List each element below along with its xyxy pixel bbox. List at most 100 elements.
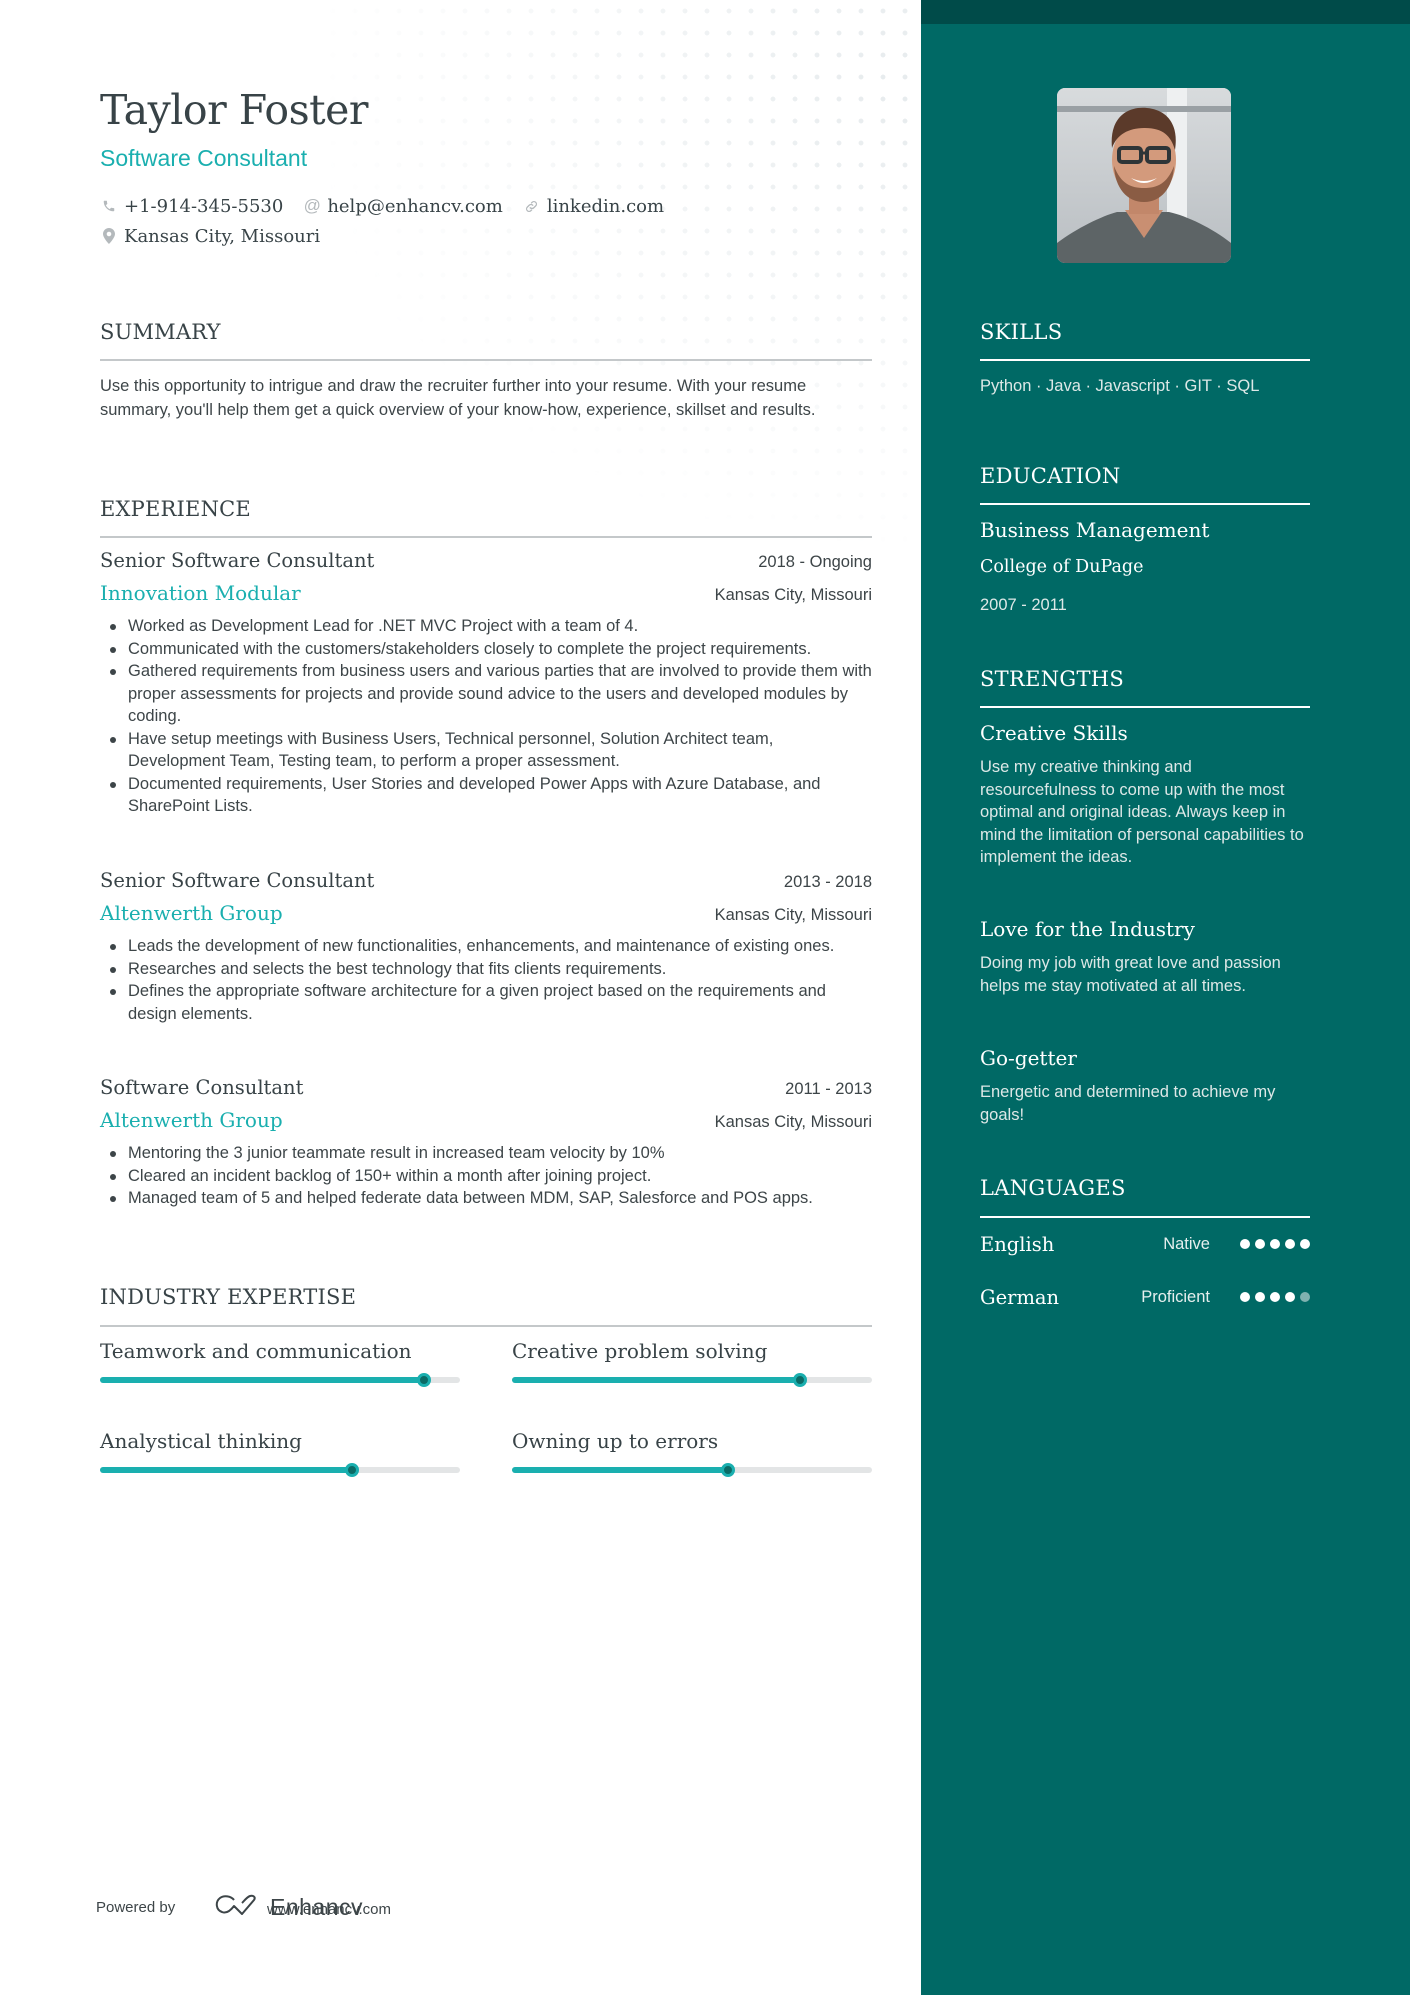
phone-number[interactable]: +1-914-345-5530 <box>124 196 283 217</box>
strengths-heading: STRENGTHS <box>980 667 1125 691</box>
strength-title: Go-getter <box>980 1046 1077 1070</box>
job-role: Senior Software Consultant <box>100 549 375 572</box>
contact-location: Kansas City, Missouri <box>100 226 320 247</box>
job-entry: Senior Software Consultant 2013 - 2018 A… <box>100 869 872 1025</box>
language-level: Proficient <box>1141 1287 1210 1306</box>
expertise-item: Analystical thinking <box>100 1429 460 1477</box>
powered-by-label: Powered by <box>96 1899 176 1916</box>
job-entry: Senior Software Consultant 2018 - Ongoin… <box>100 549 872 818</box>
job-bullets: Worked as Development Lead for .NET MVC … <box>100 615 872 818</box>
education-dates: 2007 - 2011 <box>980 596 1067 614</box>
summary-text: Use this opportunity to intrigue and dra… <box>100 377 816 419</box>
expertise-bar-track <box>100 1463 460 1477</box>
job-bullet: Cleared an incident backlog of 150+ with… <box>100 1165 872 1188</box>
job-bullet: Researches and selects the best technolo… <box>100 958 872 981</box>
expertise-bar-fill <box>512 1377 800 1383</box>
at-icon: @ <box>303 196 321 215</box>
footer-url[interactable]: www.enhancv.com <box>267 1901 391 1918</box>
education-heading: EDUCATION <box>980 464 1121 488</box>
expertise-bar-knob <box>345 1463 359 1477</box>
rating-dot-filled <box>1240 1292 1250 1302</box>
summary-divider <box>100 359 872 361</box>
job-entry: Software Consultant 2011 - 2013 Altenwer… <box>100 1076 872 1210</box>
profile-photo <box>1057 88 1231 263</box>
strengths-divider <box>980 706 1310 708</box>
expertise-label: Owning up to errors <box>512 1429 719 1453</box>
rating-dot-filled <box>1285 1292 1295 1302</box>
expertise-bar-track <box>512 1373 872 1387</box>
expertise-item: Owning up to errors <box>512 1429 872 1477</box>
skills-list: Python · Java · Javascript · GIT · SQL <box>980 377 1260 395</box>
education-school: College of DuPage <box>980 557 1144 577</box>
contact-email: @ help@enhancv.com <box>303 196 503 217</box>
expertise-bar-fill <box>100 1467 352 1473</box>
job-bullet: Communicated with the customers/stakehol… <box>100 638 872 661</box>
expertise-label: Teamwork and communication <box>100 1339 412 1363</box>
rating-dot-filled <box>1270 1239 1280 1249</box>
rating-dot-filled <box>1240 1239 1250 1249</box>
language-rating <box>1240 1239 1310 1249</box>
linkedin-link[interactable]: linkedin.com <box>547 196 664 217</box>
strength-description: Energetic and determined to achieve my g… <box>980 1083 1276 1124</box>
sidebar: SKILLS Python · Java · Javascript · GIT … <box>921 0 1410 1995</box>
expertise-bar-fill <box>100 1377 424 1383</box>
rating-dot-filled <box>1255 1239 1265 1249</box>
job-role: Software Consultant <box>100 1076 304 1099</box>
job-bullet: Defines the appropriate software archite… <box>100 980 872 1025</box>
expertise-label: Creative problem solving <box>512 1339 768 1363</box>
location-text: Kansas City, Missouri <box>124 225 321 247</box>
language-rating <box>1240 1292 1310 1302</box>
language-item: English Native <box>980 1229 1310 1259</box>
strength-description: Use my creative thinking and resourceful… <box>980 758 1304 866</box>
expertise-bar-knob <box>793 1373 807 1387</box>
expertise-bar-knob <box>721 1463 735 1477</box>
expertise-bar-knob <box>417 1373 431 1387</box>
languages-divider <box>980 1216 1310 1218</box>
language-level: Native <box>1163 1234 1210 1253</box>
job-dates: 2011 - 2013 <box>785 1080 872 1098</box>
strength-description: Doing my job with great love and passion… <box>980 954 1281 995</box>
job-location: Kansas City, Missouri <box>714 906 872 924</box>
job-location: Kansas City, Missouri <box>714 1113 872 1131</box>
job-dates: 2018 - Ongoing <box>758 553 872 571</box>
contact-phone: +1-914-345-5530 <box>100 196 283 217</box>
language-item: German Proficient <box>980 1282 1310 1312</box>
expertise-item: Teamwork and communication <box>100 1339 460 1387</box>
skills-heading: SKILLS <box>980 320 1063 344</box>
job-bullet: Gathered requirements from business user… <box>100 660 872 728</box>
location-pin-icon <box>100 227 118 245</box>
rating-dot-filled <box>1300 1239 1310 1249</box>
job-location: Kansas City, Missouri <box>714 586 872 604</box>
phone-icon <box>100 197 118 215</box>
job-dates: 2013 - 2018 <box>783 873 872 891</box>
rating-dot-empty <box>1300 1292 1310 1302</box>
job-bullet: Mentoring the 3 junior teammate result i… <box>100 1142 872 1165</box>
contact-linkedin: linkedin.com <box>523 196 664 217</box>
education-divider <box>980 503 1310 505</box>
job-bullets: Leads the development of new functionali… <box>100 935 872 1025</box>
rating-dot-filled <box>1285 1239 1295 1249</box>
experience-heading: EXPERIENCE <box>100 497 251 521</box>
expertise-item: Creative problem solving <box>512 1339 872 1387</box>
rating-dot-filled <box>1255 1292 1265 1302</box>
language-name: English <box>980 1232 1055 1256</box>
education-degree: Business Management <box>980 518 1210 542</box>
summary-heading: SUMMARY <box>100 320 221 344</box>
industry-expertise-divider <box>100 1325 872 1327</box>
strength-title: Love for the Industry <box>980 917 1195 941</box>
job-bullets: Mentoring the 3 junior teammate result i… <box>100 1142 872 1210</box>
languages-heading: LANGUAGES <box>980 1176 1126 1200</box>
dot-pattern-background <box>300 0 921 560</box>
enhancv-logo-icon <box>214 1893 262 1922</box>
skills-divider <box>980 359 1310 361</box>
job-company: Innovation Modular <box>100 581 301 605</box>
candidate-title: Software Consultant <box>100 145 308 171</box>
job-bullet: Documented requirements, User Stories an… <box>100 773 872 818</box>
language-name: German <box>980 1285 1060 1309</box>
candidate-name: Taylor Foster <box>100 86 368 134</box>
link-icon <box>523 197 541 215</box>
job-company: Altenwerth Group <box>100 901 283 925</box>
job-bullet: Worked as Development Lead for .NET MVC … <box>100 615 872 638</box>
strength-title: Creative Skills <box>980 721 1128 745</box>
email-link[interactable]: help@enhancv.com <box>327 196 503 217</box>
